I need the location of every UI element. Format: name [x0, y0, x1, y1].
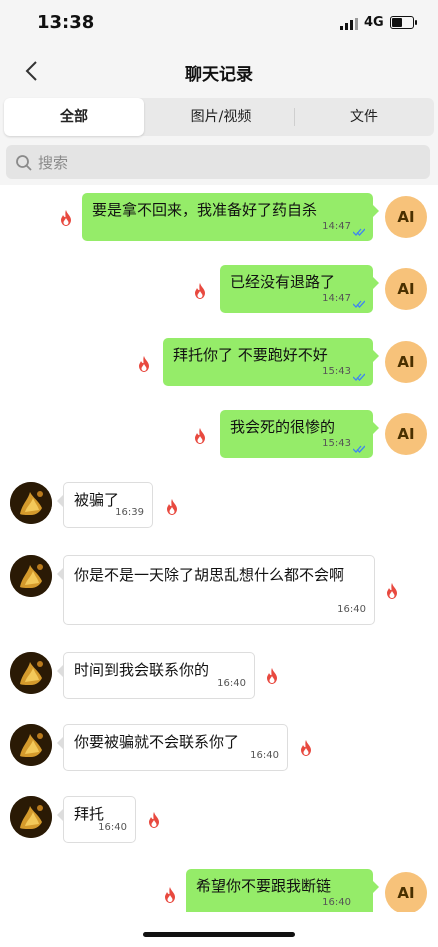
message-time: 15:43 — [322, 366, 351, 377]
message-time: 16:40 — [322, 897, 351, 908]
battery-icon — [390, 16, 417, 29]
flame-icon — [138, 356, 150, 372]
avatar[interactable] — [10, 652, 52, 694]
avatar[interactable] — [10, 724, 52, 766]
flame-icon — [266, 668, 278, 684]
message-row: 我会死的很惨的 15:43 AI — [0, 410, 438, 460]
message-time: 15:43 — [322, 438, 351, 449]
avatar[interactable]: AI — [385, 341, 427, 383]
message-time: 14:47 — [322, 221, 351, 232]
message-bubble-incoming[interactable]: 你是不是一天除了胡思乱想什么都不会啊 16:40 — [57, 555, 375, 625]
avatar[interactable]: AI — [385, 872, 427, 914]
message-row: 时间到我会联系你的 16:40 — [0, 652, 438, 702]
search-bar: 搜索 — [0, 140, 438, 185]
avatar[interactable] — [10, 555, 52, 597]
read-check-icon — [353, 445, 365, 453]
message-row: 要是拿不回来，我准备好了药自杀 14:47 AI — [0, 193, 438, 243]
message-time: 16:40 — [98, 822, 127, 833]
flame-icon — [300, 740, 312, 756]
status-time: 13:38 — [37, 12, 95, 33]
tab-group: 全部 图片/视频 文件 — [4, 98, 434, 136]
avatar[interactable]: AI — [385, 413, 427, 455]
message-time: 14:47 — [322, 293, 351, 304]
tab-all[interactable]: 全部 — [4, 98, 144, 136]
tab-files[interactable]: 文件 — [294, 98, 434, 136]
message-text: 你是不是一天除了胡思乱想什么都不会啊 — [74, 566, 345, 584]
message-text: 你要被骗就不会联系你了 — [74, 733, 240, 751]
message-bubble-incoming[interactable]: 被骗了 16:39 — [57, 482, 153, 528]
message-time: 16:39 — [115, 507, 144, 518]
avatar[interactable]: AI — [385, 268, 427, 310]
avatar[interactable] — [10, 796, 52, 838]
flame-icon — [166, 499, 178, 515]
nav-bar: 聊天记录 — [0, 46, 438, 96]
network-type: 4G — [364, 15, 384, 30]
message-time: 16:40 — [337, 604, 366, 615]
read-check-icon — [353, 300, 365, 308]
message-bubble-outgoing[interactable]: 希望你不要跟我断链 16:40 — [186, 869, 379, 917]
bottom-safe-area — [0, 912, 438, 947]
flame-icon — [60, 210, 72, 226]
tab-images-videos[interactable]: 图片/视频 — [148, 98, 294, 136]
status-bar: 13:38 4G — [0, 0, 438, 46]
flame-icon — [386, 583, 398, 599]
message-bubble-incoming[interactable]: 拜托 16:40 — [57, 796, 136, 843]
message-row: 你是不是一天除了胡思乱想什么都不会啊 16:40 — [0, 555, 438, 627]
search-input[interactable]: 搜索 — [6, 145, 430, 179]
message-row: 被骗了 16:39 — [0, 482, 438, 532]
flame-icon — [148, 812, 160, 828]
search-icon — [14, 153, 34, 173]
read-check-icon — [353, 228, 365, 236]
avatar[interactable]: AI — [385, 196, 427, 238]
message-time: 16:40 — [217, 678, 246, 689]
message-list[interactable]: 要是拿不回来，我准备好了药自杀 14:47 AI 已经没有退路了 14:47 A… — [0, 185, 438, 917]
search-placeholder: 搜索 — [38, 154, 69, 172]
tab-bar: 全部 图片/视频 文件 — [0, 96, 438, 140]
message-bubble-outgoing[interactable]: 拜托你了 不要跑好不好 15:43 — [163, 338, 379, 386]
flame-icon — [164, 887, 176, 903]
message-row: 拜托 16:40 — [0, 796, 438, 846]
message-bubble-outgoing[interactable]: 要是拿不回来，我准备好了药自杀 14:47 — [82, 193, 379, 241]
message-bubble-incoming[interactable]: 你要被骗就不会联系你了 16:40 — [57, 724, 288, 771]
flame-icon — [194, 283, 206, 299]
message-bubble-outgoing[interactable]: 我会死的很惨的 15:43 — [220, 410, 379, 458]
flame-icon — [194, 428, 206, 444]
avatar[interactable] — [10, 482, 52, 524]
message-bubble-incoming[interactable]: 时间到我会联系你的 16:40 — [57, 652, 255, 699]
read-check-icon — [353, 373, 365, 381]
page-title: 聊天记录 — [185, 65, 253, 85]
home-indicator[interactable] — [143, 932, 295, 937]
message-bubble-outgoing[interactable]: 已经没有退路了 14:47 — [220, 265, 379, 313]
message-time: 16:40 — [250, 750, 279, 761]
signal-icon — [340, 18, 358, 30]
message-row: 拜托你了 不要跑好不好 15:43 AI — [0, 338, 438, 388]
message-row: 你要被骗就不会联系你了 16:40 — [0, 724, 438, 774]
message-row: 已经没有退路了 14:47 AI — [0, 265, 438, 315]
